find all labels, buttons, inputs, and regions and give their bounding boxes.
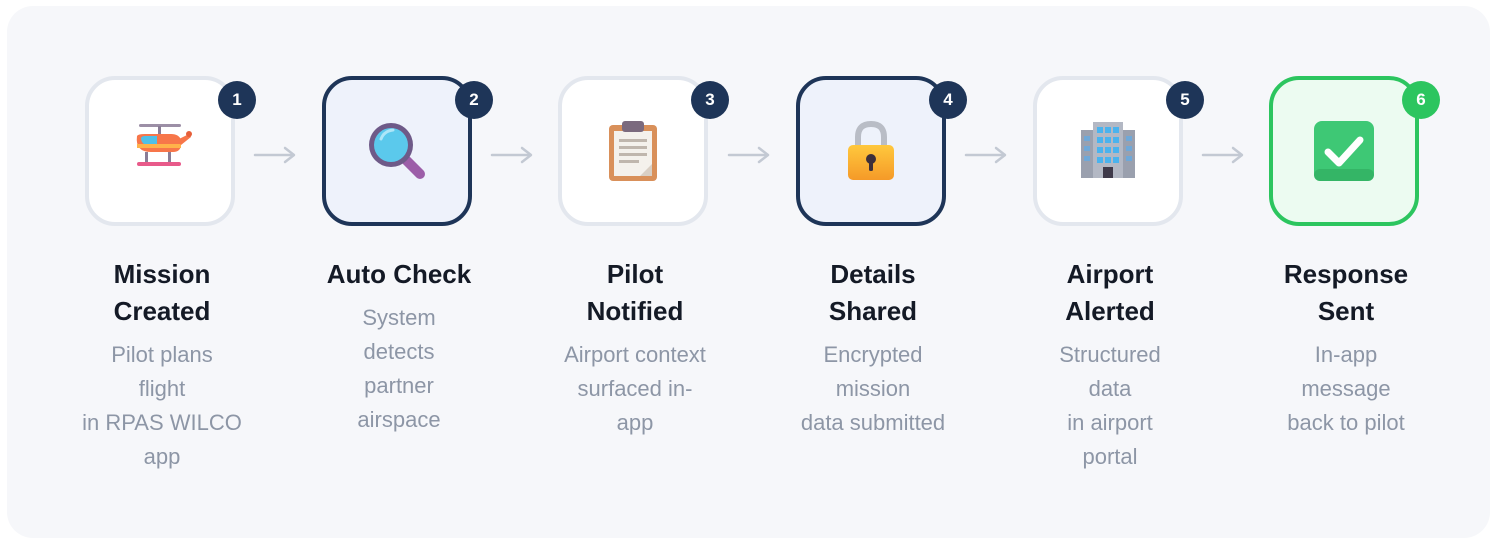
arrow-right-icon: [964, 145, 1010, 165]
workflow-panel: 1 Mission Created Pilot plans flight in …: [7, 6, 1490, 538]
step-4-description: Encrypted mission data submitted: [800, 342, 946, 435]
step-1: 1 Mission Created Pilot plans flight in …: [57, 6, 267, 538]
step-6-badge: 6: [1402, 81, 1440, 119]
step-1-title: Mission Created: [113, 259, 211, 326]
check-box-icon: [1311, 118, 1377, 184]
step-5-title: Airport Alerted: [1065, 259, 1155, 326]
step-4-badge: 4: [929, 81, 967, 119]
clipboard-icon: [600, 118, 666, 184]
step-3-badge: 3: [691, 81, 729, 119]
building-icon: [1075, 118, 1141, 184]
step-2: 2 Auto Check System detects partner airs…: [294, 6, 504, 538]
arrow-right-icon: [727, 145, 773, 165]
step-5-description: Structured data in airport portal: [1059, 342, 1161, 469]
step-3-card: [558, 76, 708, 226]
step-5: 5 Airport Alerted Structured data in air…: [1005, 6, 1215, 538]
step-5-badge: 5: [1166, 81, 1204, 119]
step-3-title: Pilot Notified: [586, 259, 684, 326]
step-4: 4 Details Shared Encrypted mission data …: [768, 6, 978, 538]
arrow-right-icon: [253, 145, 299, 165]
step-2-title: Auto Check: [326, 259, 472, 289]
step-5-card: [1033, 76, 1183, 226]
step-1-description: Pilot plans flight in RPAS WILCO app: [82, 342, 242, 469]
step-2-card: [322, 76, 472, 226]
step-1-badge: 1: [218, 81, 256, 119]
step-2-badge: 2: [455, 81, 493, 119]
lock-icon: [838, 118, 904, 184]
step-1-card: [85, 76, 235, 226]
step-3: 3 Pilot Notified Airport context surface…: [530, 6, 740, 538]
magnifier-icon: [364, 118, 430, 184]
step-6-card: [1269, 76, 1419, 226]
helicopter-icon: [127, 118, 193, 184]
step-6-title: Response Sent: [1283, 259, 1409, 326]
step-3-description: Airport context surfaced in- app: [564, 342, 706, 435]
step-2-description: System detects partner airspace: [357, 305, 441, 432]
step-6: 6 Response Sent In-app message back to p…: [1241, 6, 1451, 538]
step-4-card: [796, 76, 946, 226]
step-6-description: In-app message back to pilot: [1287, 342, 1405, 435]
step-4-title: Details Shared: [828, 259, 918, 326]
